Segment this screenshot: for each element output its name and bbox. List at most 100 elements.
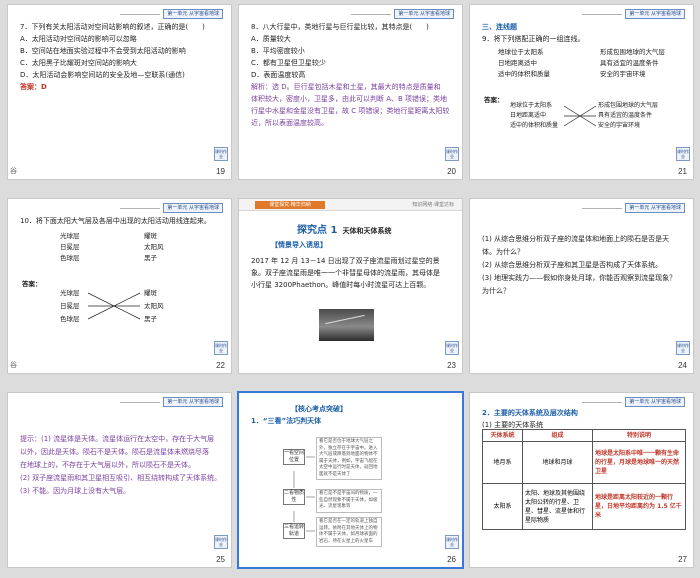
option-line: D．太阳活动会影响空间站的安全及地—空联系(通信) [20,71,185,79]
slide-thumbnail-19[interactable]: 第一单元 从宇宙看地球 7．下列有关太阳活动对空间站影响的叙述，正确的是( ) … [7,4,232,180]
slide-thumbnail-22[interactable]: 第一单元 从宇宙看地球 10．将下面太阳大气层及各层中出现的太阳活动用线连起来。… [7,198,232,374]
return-button[interactable]: 课时作业 [445,147,459,161]
option-line: A．太阳活动对空间站的影响可以忽略 [20,35,137,43]
table-row: 地月系 地球和月球 地球是太阳系中唯一一颗有生命的行星，月球是地球唯一的天然卫星 [482,441,686,484]
title-sub: 天体和天体系统 [342,227,392,235]
celestial-systems-table: 天体系统 组成 特别说明 地月系 地球和月球 地球是太阳系中唯一一颗有生命的行星… [482,429,686,530]
option-line: B．平均密度较小 [251,47,305,55]
table-cell: 地球和月球 [522,441,593,484]
return-button[interactable]: 课时作业 [214,535,228,549]
slide-title: 探究点 1 天体和天体系统 [297,221,391,236]
table-cell: 地月系 [482,441,523,484]
return-button[interactable]: 课时作业 [676,341,690,355]
slide-number: 27 [678,555,687,564]
hint-line: 提示：(1) 流星体是天体。流星体运行在太空中，存在于大气层 [20,435,215,443]
unit-badge: 第一单元 从宇宙看地球 [625,203,685,213]
section-tag: 课堂探究·精华归纳 [255,201,325,209]
title-main: 探究点 1 [297,225,338,236]
slide-number: 25 [216,555,225,564]
slide-number: 26 [447,555,456,564]
text-line: 象。双子座流星雨是唯一一个非彗星母体的流星雨，其母体是 [251,269,440,277]
option-line: A．质量较大 [251,35,291,43]
option-line: B．空间站在地面实验过程中不会受到太阳活动的影响 [20,47,186,55]
hint-line: (2) 双子座流星雨和其卫星相互吸引、相互绕转构成了天体系统。 [20,474,221,482]
analysis-line: 体积较大，密度小，卫星多，由此可以判断 A、B 项错误；类地 [251,95,448,103]
slide-content: 提示：(1) 流星体是天体。流星体运行在太空中，存在于大气层 以外，因此是天体。… [20,433,221,498]
question-line: (3) 地理实践力——假如你身处月球，你能否观察到流星现象？ [482,274,677,282]
table-cell: 地球是距离太阳较近的一颗行星，日地平均距离约为 1.5 亿千米 [592,483,686,530]
edge-mark: 谷 [10,167,17,175]
subtitle: 【情景导入诱思】 [271,241,327,249]
slide-header: 课堂探究·精华归纳 知识网络·课堂达标 [239,199,462,211]
question-line: 8．八大行星中，类地行星与巨行星比较，其特点是( ) [251,23,429,31]
answer-label: 答案： [20,83,41,91]
text-line: 小行星 3200Phaethon。峰值时每小时流星可达上百颗。 [251,281,431,289]
slide-number: 21 [678,167,687,176]
slide-header: 第一单元 从宇宙看地球 [582,397,685,407]
slide-thumbnail-21[interactable]: 第一单元 从宇宙看地球 三、连线题 9．将下列搭配正确的一组连线。 地球位于太阳… [469,4,694,180]
return-button[interactable]: 课时作业 [445,535,459,549]
return-button[interactable]: 课时作业 [214,147,228,161]
table-header-row: 天体系统 组成 特别说明 [482,429,686,442]
table-cell: 地球是太阳系中唯一一颗有生命的行星，月球是地球唯一的天然卫星 [592,441,686,484]
table-row: 太阳系 太阳、地球及其他围绕太阳公转的行星、卫星、彗星、流星体和行星际物质 地球… [482,483,686,530]
answer-value: D [41,83,47,91]
unit-badge: 第一单元 从宇宙看地球 [163,397,223,407]
question-line: 7．下列有关太阳活动对空间站影响的叙述，正确的是( ) [20,23,205,31]
slide-thumbnail-26[interactable]: 【核心考点突破】 1．“三看”法巧判天体 一看空间位置 二看物质性 三看运转轨道… [237,391,464,569]
question-line: (1) 从综合思维分析双子座的流星体和地面上的陨石是否是天 [482,235,670,243]
slide-header: 第一单元 从宇宙看地球 [120,9,223,19]
option-line: C．都有卫星但卫星较少 [251,59,326,67]
hint-line: 在地球上的，不存在于大气层以外，所以陨石不是天体。 [20,461,195,469]
analysis-line: 行星中水星和金星没有卫星，故 C 项错误；类地行星距离太阳较 [251,107,450,115]
table-cell: 太阳、地球及其他围绕太阳公转的行星、卫星、彗星、流星体和行星际物质 [522,483,593,530]
column-header: 天体系统 [482,429,523,442]
return-button[interactable]: 课时作业 [676,147,690,161]
text-line: 2017 年 12 月 13－14 日出现了双子座流星雨划过星空的景 [251,257,440,265]
header-nav: 知识网络·课堂达标 [412,202,454,208]
slide-header: 第一单元 从宇宙看地球 [351,9,454,19]
slide-content: 2．主要的天体系统及层次结构 (1) 主要的天体系统 [482,407,683,431]
analysis-line: 近，所以表面温度较高。 [251,119,328,127]
slide-thumbnail-23[interactable]: 课堂探究·精华归纳 知识网络·课堂达标 探究点 1 天体和天体系统 【情景导入诱思… [238,198,463,374]
unit-badge: 第一单元 从宇宙看地球 [394,9,454,19]
slide-thumbnail-27[interactable]: 第一单元 从宇宙看地球 2．主要的天体系统及层次结构 (1) 主要的天体系统 天… [469,392,694,568]
slide-content: (1) 从综合思维分析双子座的流星体和地面上的陨石是否是天 体。为什么？ (2)… [482,233,683,298]
analysis-line: 解析：选 D。巨行星包括木星和土星，其最大的特点是质量和 [251,83,441,91]
edge-mark: 谷 [10,361,17,369]
slide-thumbnail-25[interactable]: 第一单元 从宇宙看地球 提示：(1) 流星体是天体。流星体运行在太空中，存在于大… [7,392,232,568]
flow-desc-2: 看它是不是宇宙间的物质，一些自然现象不属于天体，如极光、流星现象等 [316,489,382,513]
slide-number: 22 [216,361,225,370]
slide-thumbnail-24[interactable]: 第一单元 从宇宙看地球 (1) 从综合思维分析双子座的流星体和地面上的陨石是否是… [469,198,694,374]
slide-number: 24 [678,361,687,370]
question-line: 为什么？ [482,287,510,295]
return-button[interactable]: 课时作业 [214,341,228,355]
question-line: 体。为什么？ [482,248,524,256]
option-line: D．表面温度较高 [251,71,306,79]
return-button[interactable]: 课时作业 [445,341,459,355]
slide-number: 20 [447,167,456,176]
slide-thumbnail-20[interactable]: 第一单元 从宇宙看地球 8．八大行星中，类地行星与巨行星比较，其特点是( ) A… [238,4,463,180]
hint-line: 以外，因此是天体。陨石不是天体。陨石是流星体未燃烧尽落 [20,448,209,456]
column-header: 组成 [522,429,593,442]
unit-badge: 第一单元 从宇宙看地球 [163,9,223,19]
slide-content: 7．下列有关太阳活动对空间站影响的叙述，正确的是( ) A．太阳活动对空间站的影… [20,21,221,93]
option-line: C．太阳黑子比耀斑对空间站的影响大 [20,59,137,67]
column-header: 特别说明 [592,429,686,442]
answer-line: 答案：D [20,81,221,93]
section-title: 2．主要的天体系统及层次结构 [482,409,578,417]
answer-connector-lines [87,292,141,320]
flow-desc-1: 看它是否位于地球大气层之外，独立存在于宇宙中。进入大气层或降落到地面的物体不属于… [316,437,382,480]
hint-line: (3) 不能。因为月球上没有大气层。 [20,487,131,495]
slide-content: 8．八大行星中，类地行星与巨行星比较，其特点是( ) A．质量较大 B．平均密度… [251,21,452,129]
slide-number: 19 [216,167,225,176]
slide-content: 2017 年 12 月 13－14 日出现了双子座流星雨划过星空的景 象。双子座… [251,255,452,291]
question-line: (2) 从综合思维分析双子座和其卫星是否构成了天体系统。 [482,261,663,269]
slide-header: 第一单元 从宇宙看地球 [582,203,685,213]
meteor-shower-photo [319,309,374,341]
answer-connector-lines [563,105,597,127]
slide-header: 第一单元 从宇宙看地球 [120,397,223,407]
slide-number: 23 [447,361,456,370]
table-cell: 太阳系 [482,483,523,530]
flow-desc-3: 看它是否在一定的轨道上独自运转。依附在其他天体上的物体不属于天体，如月球表面的岩… [316,517,382,547]
